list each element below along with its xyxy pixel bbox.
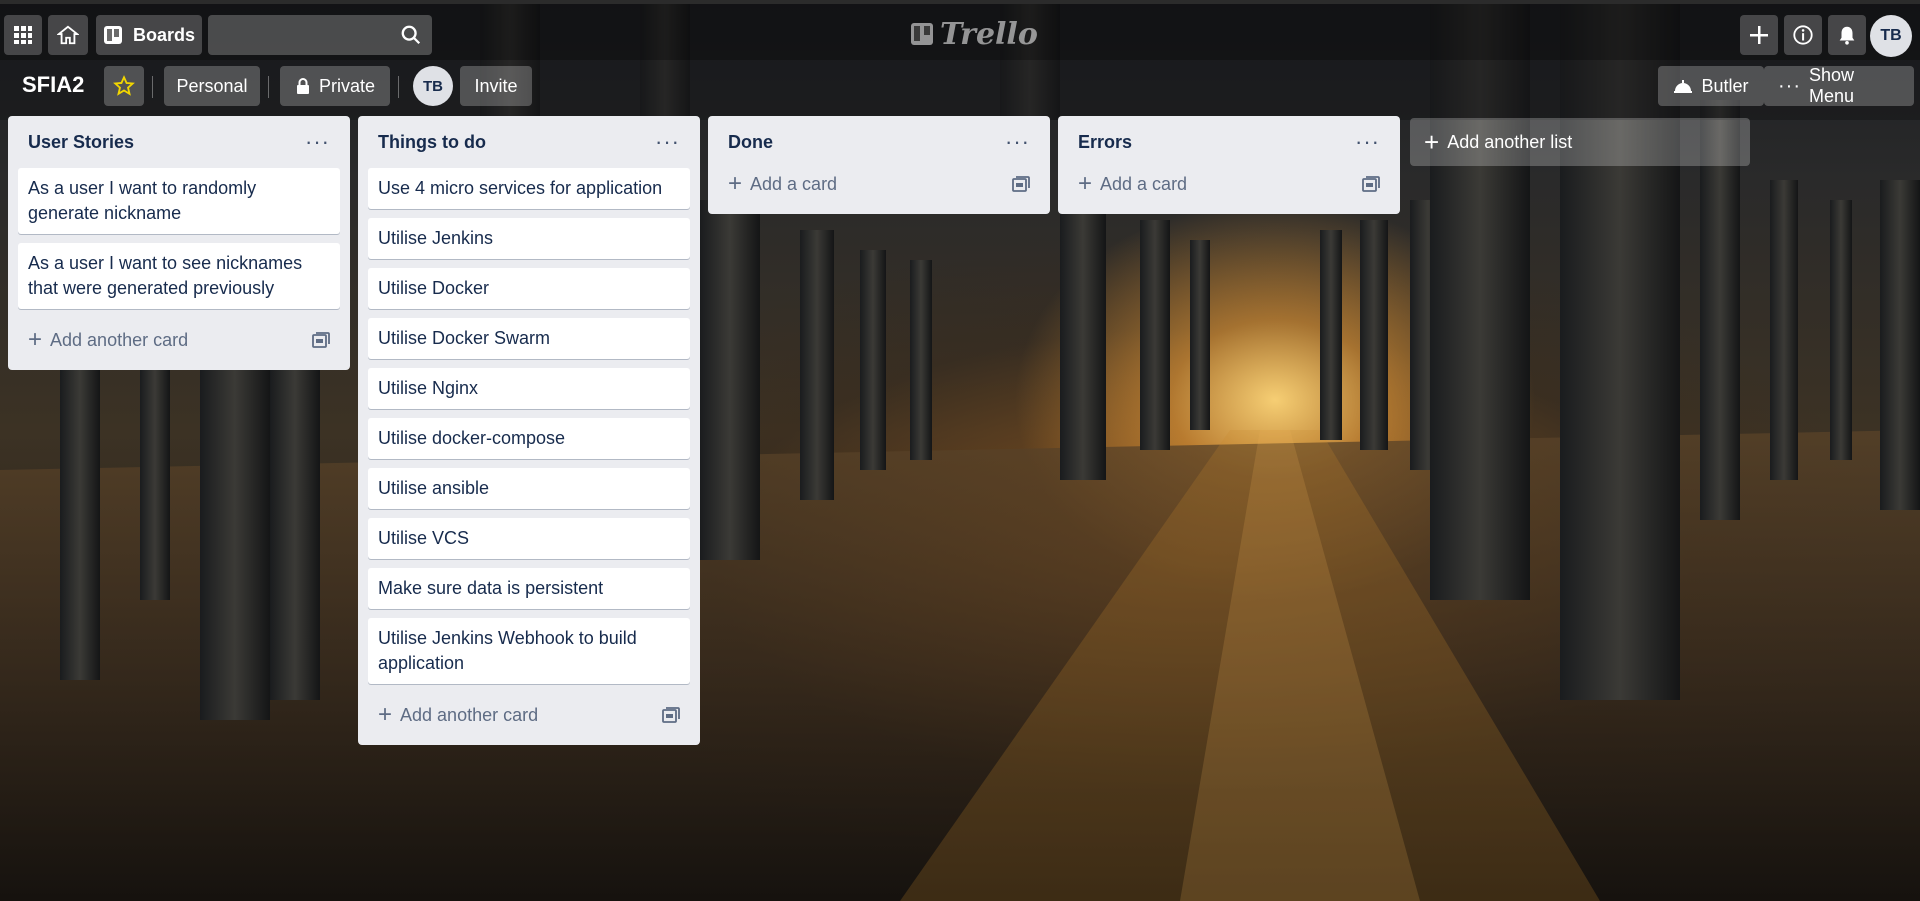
show-menu-button[interactable]: ··· Show Menu [1764, 65, 1914, 106]
header-divider [152, 76, 153, 98]
list-done: Done ··· + Add a card [708, 116, 1050, 214]
add-card-row: + Add another card [368, 693, 690, 737]
add-card-label: Add a card [1100, 173, 1188, 194]
card[interactable]: As a user I want to see nicknames that w… [18, 243, 340, 309]
boards-icon [103, 26, 122, 44]
butler-button[interactable]: Butler [1658, 66, 1764, 106]
plus-icon: + [1424, 127, 1440, 157]
trello-logo[interactable]: Trello [910, 16, 1038, 52]
list-header: Done ··· [718, 116, 1040, 168]
invite-label: Invite [474, 75, 518, 96]
add-list-button[interactable]: + Add another list [1410, 118, 1750, 166]
card[interactable]: As a user I want to randomly generate ni… [18, 168, 340, 234]
add-card-button[interactable]: + Add another card [28, 328, 188, 352]
board-title[interactable]: SFIA2 [22, 72, 84, 98]
lock-icon [296, 78, 309, 94]
card[interactable]: Utilise ansible [368, 468, 690, 509]
plus-icon: + [378, 701, 393, 728]
list-title[interactable]: Done [728, 132, 773, 153]
card[interactable]: Utilise Docker Swarm [368, 318, 690, 359]
card-template-icon[interactable] [1362, 176, 1380, 192]
plus-icon [1750, 26, 1768, 44]
add-card-row: + Add a card [1068, 162, 1390, 206]
member-initials: TB [423, 77, 443, 95]
team-visibility-button[interactable]: Personal [164, 66, 260, 106]
list-title[interactable]: Errors [1078, 132, 1132, 153]
add-card-row: + Add another card [18, 318, 340, 362]
list-menu-icon[interactable]: ··· [1005, 131, 1030, 153]
star-icon [113, 75, 135, 96]
plus-icon: + [28, 326, 43, 353]
list-menu-icon[interactable]: ··· [1355, 131, 1380, 153]
list-title[interactable]: User Stories [28, 132, 134, 153]
header-divider [268, 76, 269, 98]
card[interactable]: Utilise docker-compose [368, 418, 690, 459]
star-board-button[interactable] [104, 66, 144, 106]
more-icon: ··· [1778, 74, 1801, 97]
avatar-initials: TB [1880, 27, 1902, 44]
card[interactable]: Utilise Nginx [368, 368, 690, 409]
info-icon [1793, 25, 1813, 45]
list-title[interactable]: Things to do [378, 132, 486, 153]
information-button[interactable] [1784, 15, 1822, 55]
plus-icon: + [728, 170, 743, 197]
add-card-label: Add another card [50, 329, 189, 350]
list-things-to-do: Things to do ··· Use 4 micro services fo… [358, 116, 700, 745]
list-menu-icon[interactable]: ··· [305, 131, 330, 153]
search-icon [401, 25, 421, 45]
plus-icon: + [1078, 170, 1093, 197]
apps-grid-button[interactable] [4, 15, 42, 55]
trello-logo-text: Trello [940, 16, 1038, 52]
add-list-label: Add another list [1447, 131, 1573, 152]
card-template-icon[interactable] [312, 332, 330, 348]
invite-button[interactable]: Invite [460, 66, 532, 106]
privacy-button[interactable]: Private [280, 66, 390, 106]
home-icon [57, 25, 79, 45]
card[interactable]: Make sure data is persistent [368, 568, 690, 609]
card-template-icon[interactable] [662, 707, 680, 723]
header-divider [398, 76, 399, 98]
list-header: Things to do ··· [368, 116, 690, 168]
boards-button[interactable]: Boards [96, 15, 202, 55]
apps-grid-icon [14, 26, 32, 44]
add-card-label: Add a card [750, 173, 838, 194]
show-menu-label: Show Menu [1808, 65, 1855, 106]
add-card-button[interactable]: + Add another card [378, 703, 538, 727]
boards-label: Boards [132, 24, 195, 45]
trello-logo-icon [911, 23, 933, 45]
member-avatar-button[interactable]: TB [1870, 15, 1912, 57]
team-label: Personal [176, 75, 248, 96]
board-header: SFIA2 Personal Private TB Invite Butler … [0, 60, 1920, 112]
card[interactable]: Utilise Jenkins [368, 218, 690, 259]
butler-bell-icon [1674, 80, 1693, 93]
add-card-button[interactable]: + Add a card [728, 172, 837, 196]
visibility-label: Private [318, 75, 376, 96]
card[interactable]: Utilise Docker [368, 268, 690, 309]
card-template-icon[interactable] [1012, 176, 1030, 192]
add-card-button[interactable]: + Add a card [1078, 172, 1187, 196]
notifications-button[interactable] [1828, 15, 1866, 55]
list-errors: Errors ··· + Add a card [1058, 116, 1400, 214]
create-button[interactable] [1740, 15, 1778, 55]
add-card-row: + Add a card [718, 162, 1040, 206]
card[interactable]: Use 4 micro services for application [368, 168, 690, 209]
home-button[interactable] [48, 15, 88, 55]
search-input[interactable] [208, 15, 432, 55]
butler-label: Butler [1701, 75, 1749, 96]
card[interactable]: Utilise VCS [368, 518, 690, 559]
card[interactable]: Utilise Jenkins Webhook to build applica… [368, 618, 690, 684]
board-member-avatar[interactable]: TB [413, 66, 453, 106]
bell-icon [1839, 26, 1855, 45]
add-card-label: Add another card [400, 704, 539, 725]
top-navigation-bar: Boards Trello TB [0, 0, 1920, 60]
list-user-stories: User Stories ··· As a user I want to ran… [8, 116, 350, 370]
list-menu-icon[interactable]: ··· [655, 131, 680, 153]
list-header: User Stories ··· [18, 116, 340, 168]
list-header: Errors ··· [1068, 116, 1390, 168]
